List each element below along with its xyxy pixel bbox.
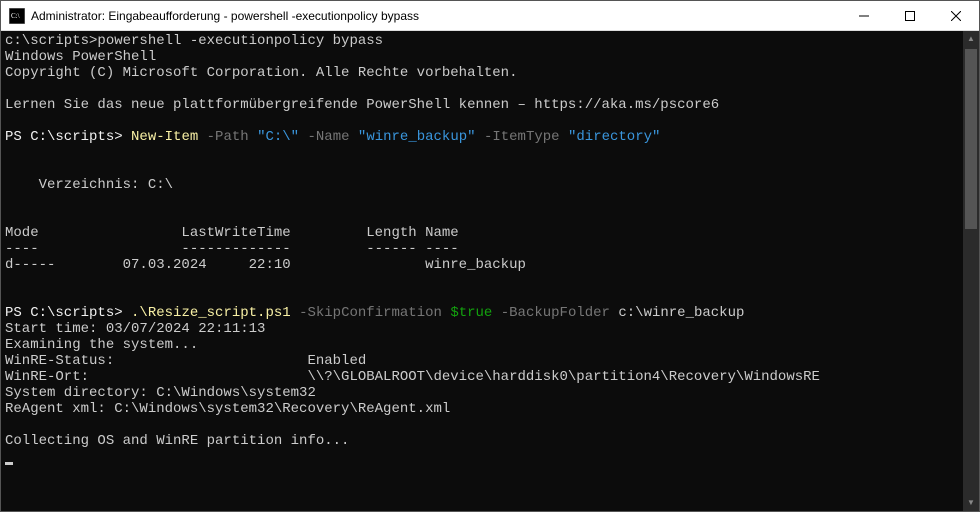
command-line: PS C:\scripts> .\Resize_script.ps1 -Skip…: [5, 305, 959, 321]
blank-line: [5, 273, 959, 289]
blank-line: [5, 161, 959, 177]
window-controls: [841, 1, 979, 30]
scroll-up-arrow[interactable]: ▲: [963, 31, 979, 47]
vertical-scrollbar[interactable]: ▲ ▼: [963, 31, 979, 511]
output-line: Collecting OS and WinRE partition info..…: [5, 433, 959, 449]
table-separator: ---- ------------- ------ ----: [5, 241, 959, 257]
output-line: WinRE-Ort: \\?\GLOBALROOT\device\harddis…: [5, 369, 959, 385]
table-header: Mode LastWriteTime Length Name: [5, 225, 959, 241]
scroll-thumb[interactable]: [965, 49, 977, 229]
output-line: Examining the system...: [5, 337, 959, 353]
close-button[interactable]: [933, 1, 979, 30]
output-line: c:\scripts>powershell -executionpolicy b…: [5, 33, 959, 49]
cursor: [5, 462, 13, 465]
app-window: C:\ Administrator: Eingabeaufforderung -…: [0, 0, 980, 512]
output-line: Start time: 03/07/2024 22:11:13: [5, 321, 959, 337]
output-line: Verzeichnis: C:\: [5, 177, 959, 193]
output-line: Copyright (C) Microsoft Corporation. All…: [5, 65, 959, 81]
cursor-line: [5, 449, 959, 465]
blank-line: [5, 113, 959, 129]
svg-text:C:\: C:\: [11, 12, 20, 20]
output-line: Lernen Sie das neue plattformübergreifen…: [5, 97, 959, 113]
blank-line: [5, 145, 959, 161]
blank-line: [5, 417, 959, 433]
blank-line: [5, 81, 959, 97]
scroll-down-arrow[interactable]: ▼: [963, 495, 979, 511]
table-row: d----- 07.03.2024 22:10 winre_backup: [5, 257, 959, 273]
maximize-button[interactable]: [887, 1, 933, 30]
output-line: Windows PowerShell: [5, 49, 959, 65]
window-title: Administrator: Eingabeaufforderung - pow…: [31, 9, 841, 23]
command-line: PS C:\scripts> New-Item -Path "C:\" -Nam…: [5, 129, 959, 145]
output-line: System directory: C:\Windows\system32: [5, 385, 959, 401]
output-line: WinRE-Status: Enabled: [5, 353, 959, 369]
blank-line: [5, 193, 959, 209]
blank-line: [5, 289, 959, 305]
cmd-icon: C:\: [9, 8, 25, 24]
minimize-button[interactable]: [841, 1, 887, 30]
titlebar[interactable]: C:\ Administrator: Eingabeaufforderung -…: [1, 1, 979, 31]
blank-line: [5, 209, 959, 225]
terminal-output[interactable]: c:\scripts>powershell -executionpolicy b…: [1, 31, 963, 511]
terminal-area: c:\scripts>powershell -executionpolicy b…: [1, 31, 979, 511]
output-line: ReAgent xml: C:\Windows\system32\Recover…: [5, 401, 959, 417]
